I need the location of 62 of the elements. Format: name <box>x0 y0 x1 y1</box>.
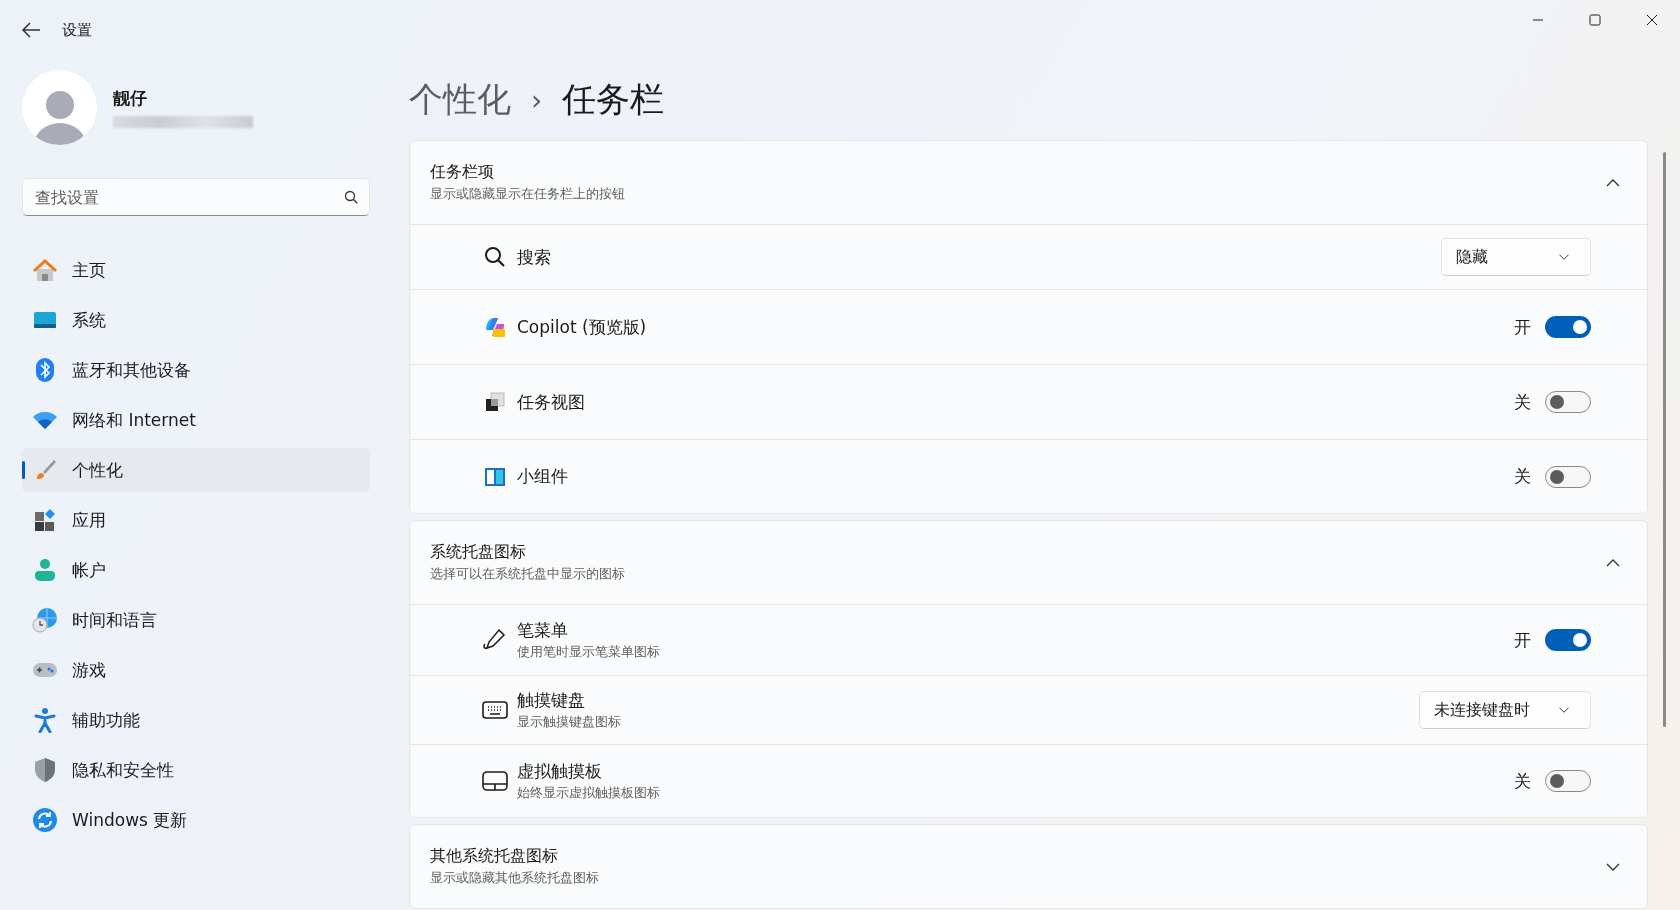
user-name: 靓仔 <box>113 87 148 110</box>
toggle-state-label: 开 <box>1514 628 1531 652</box>
touchpad-icon <box>481 770 509 792</box>
setting-label: 虚拟触摸板 <box>517 760 603 783</box>
toggle-switch[interactable] <box>1545 629 1591 651</box>
setting-label: 小组件 <box>517 465 568 488</box>
setting-description: 显示触摸键盘图标 <box>517 713 621 731</box>
breadcrumb-link[interactable]: 个性化 <box>409 77 511 123</box>
toggle-state-label: 关 <box>1514 465 1531 488</box>
toggle-switch[interactable] <box>1545 316 1591 338</box>
sidebar-item[interactable]: 主页 <box>22 248 370 292</box>
dropdown[interactable]: 隐藏 <box>1441 238 1591 276</box>
chevron-icon <box>1558 253 1570 261</box>
setting-description: 始终显示虚拟触摸板图标 <box>517 784 660 802</box>
section-subtitle: 选择可以在系统托盘中显示的图标 <box>430 565 625 583</box>
toggle-state-label: 开 <box>1514 315 1531 339</box>
sidebar-item[interactable]: 时间和语言 <box>22 598 370 642</box>
sidebar-item[interactable]: 系统 <box>22 298 370 342</box>
dropdown[interactable]: 未连接键盘时 <box>1419 691 1591 729</box>
toggle-switch[interactable] <box>1545 465 1591 488</box>
sidebar-item[interactable]: 蓝牙和其他设备 <box>22 348 370 392</box>
sidebar-item[interactable]: 网络和 Internet <box>22 398 370 442</box>
toggle-switch[interactable] <box>1545 770 1591 792</box>
setting-label: 搜索 <box>517 245 551 269</box>
sidebar-item[interactable]: 隐私和安全性 <box>22 748 370 792</box>
home-icon <box>32 258 58 282</box>
setting-description: 使用笔时显示笔菜单图标 <box>517 643 660 661</box>
search-field[interactable]: 查找设置 <box>22 178 370 216</box>
wifi-icon <box>32 410 58 430</box>
setting-label: 触摸键盘 <box>517 689 586 712</box>
section-subtitle: 显示或隐藏其他系统托盘图标 <box>430 869 599 887</box>
toggle-state-label: 关 <box>1514 390 1531 414</box>
sidebar-item[interactable]: Windows 更新 <box>22 798 370 842</box>
window-title: 设置 <box>62 20 92 40</box>
refresh-icon <box>32 807 58 833</box>
setting-label: Copilot (预览版) <box>517 315 647 339</box>
keyboard-icon <box>481 700 509 720</box>
section-title: 系统托盘图标 <box>430 542 527 563</box>
setting-label: 笔菜单 <box>517 619 569 642</box>
sidebar-item[interactable]: 帐户 <box>22 548 370 592</box>
setting-label: 任务视图 <box>517 390 585 414</box>
chevron-icon <box>1558 706 1570 714</box>
section-title: 任务栏项 <box>430 162 495 183</box>
person-icon <box>32 558 58 582</box>
toggle-switch[interactable] <box>1545 391 1591 413</box>
accessibility-icon <box>32 707 58 733</box>
sidebar-item[interactable]: 辅助功能 <box>22 698 370 742</box>
breadcrumb-separator: › <box>531 83 543 117</box>
toggle-state-label: 关 <box>1514 769 1531 793</box>
search-icon[interactable] <box>344 190 358 204</box>
sidebar-item[interactable]: 个性化 <box>22 448 370 492</box>
shield-icon <box>32 757 58 783</box>
monitor-icon <box>32 310 58 330</box>
section-subtitle: 显示或隐藏显示在任务栏上的按钮 <box>430 185 625 203</box>
scrollbar-thumb[interactable] <box>1662 152 1666 727</box>
section-title: 其他系统托盘图标 <box>430 846 559 867</box>
page-title: 任务栏 <box>562 78 665 121</box>
globe-clock-icon <box>32 607 58 633</box>
tiles-icon <box>32 508 58 532</box>
gamepad-icon <box>32 660 58 680</box>
sidebar-item[interactable]: 应用 <box>22 498 370 542</box>
sidebar-item[interactable]: 游戏 <box>22 648 370 692</box>
